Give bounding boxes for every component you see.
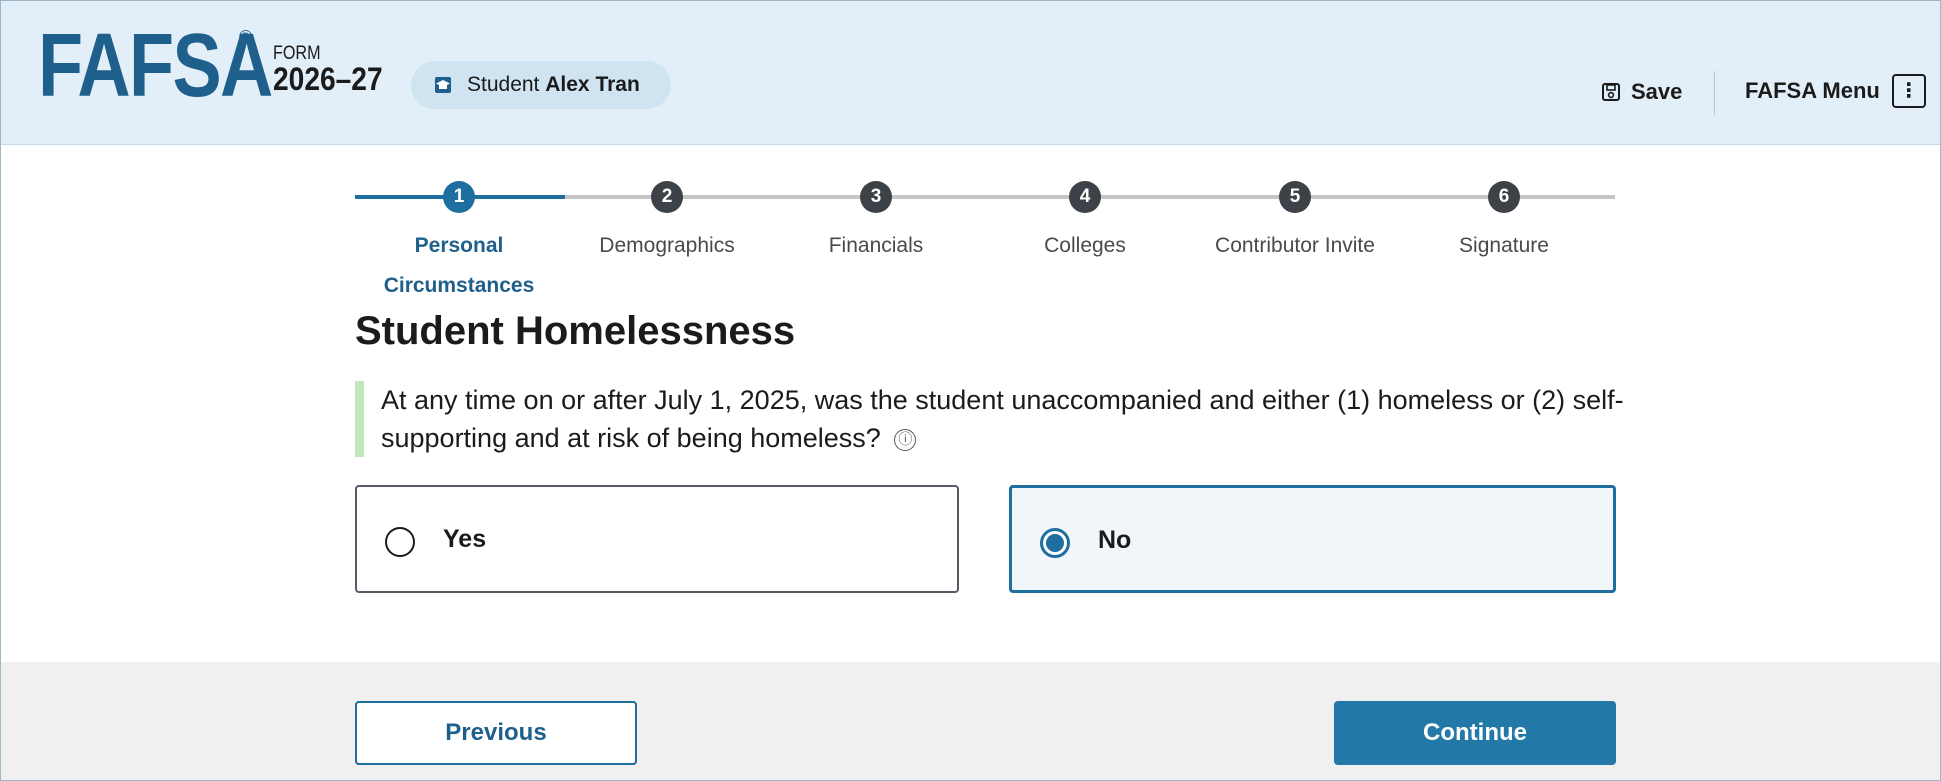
radio-no[interactable]: [1040, 528, 1070, 558]
previous-button[interactable]: Previous: [355, 701, 637, 765]
step-3-number: 3: [860, 181, 892, 213]
registered-mark: ®: [239, 27, 253, 47]
radio-yes[interactable]: [385, 527, 415, 557]
step-1-label: Personal Circumstances: [383, 234, 535, 297]
header-divider: [1714, 71, 1715, 115]
continue-button[interactable]: Continue: [1334, 701, 1616, 765]
option-no-label: No: [1098, 526, 1132, 554]
fafsa-menu-label: FAFSA Menu: [1745, 78, 1880, 103]
student-badge: Student Alex Tran: [411, 61, 671, 109]
option-yes-label: Yes: [443, 525, 487, 553]
step-2-label: Demographics: [599, 234, 735, 257]
fafsa-logo[interactable]: FAFSA: [38, 21, 273, 111]
step-6-label: Signature: [1459, 234, 1549, 257]
student-prefix: Student: [467, 73, 540, 96]
save-label: Save: [1631, 79, 1683, 104]
student-name: Alex Tran: [545, 73, 640, 96]
step-5-number: 5: [1279, 181, 1311, 213]
footer-bar: [1, 662, 1940, 780]
option-no[interactable]: No: [1009, 485, 1616, 593]
page-header: FAFSA ® FORM 2026–27 Student Alex Tran S…: [1, 1, 1940, 145]
question-label: At any time on or after July 1, 2025, wa…: [381, 385, 1624, 453]
step-1-number: 1: [443, 181, 475, 213]
step-6-number: 6: [1488, 181, 1520, 213]
student-badge-text: Student Alex Tran: [467, 73, 640, 97]
graduation-cap-icon: [435, 77, 451, 93]
step-2-number: 2: [651, 181, 683, 213]
form-year: 2026–27: [273, 61, 383, 97]
step-5-label: Contributor Invite: [1215, 234, 1375, 257]
fafsa-menu-button[interactable]: FAFSA Menu ⋮: [1745, 71, 1926, 111]
step-4-number: 4: [1069, 181, 1101, 213]
info-icon[interactable]: ⓘ: [894, 428, 917, 451]
kebab-icon: ⋮: [1891, 74, 1926, 108]
step-3-label: Financials: [828, 234, 924, 257]
save-button[interactable]: Save: [1601, 75, 1691, 109]
app-frame: FAFSA ® FORM 2026–27 Student Alex Tran S…: [0, 0, 1941, 781]
question-text: At any time on or after July 1, 2025, wa…: [355, 381, 1625, 457]
progress-stepper: 1 2 3 4 5 6 Personal Circumstances Demog…: [355, 176, 1615, 297]
floppy-disk-icon: [1602, 83, 1620, 101]
step-4-label: Colleges: [1044, 234, 1126, 257]
page-title: Student Homelessness: [355, 309, 796, 353]
option-yes[interactable]: Yes: [355, 485, 959, 593]
